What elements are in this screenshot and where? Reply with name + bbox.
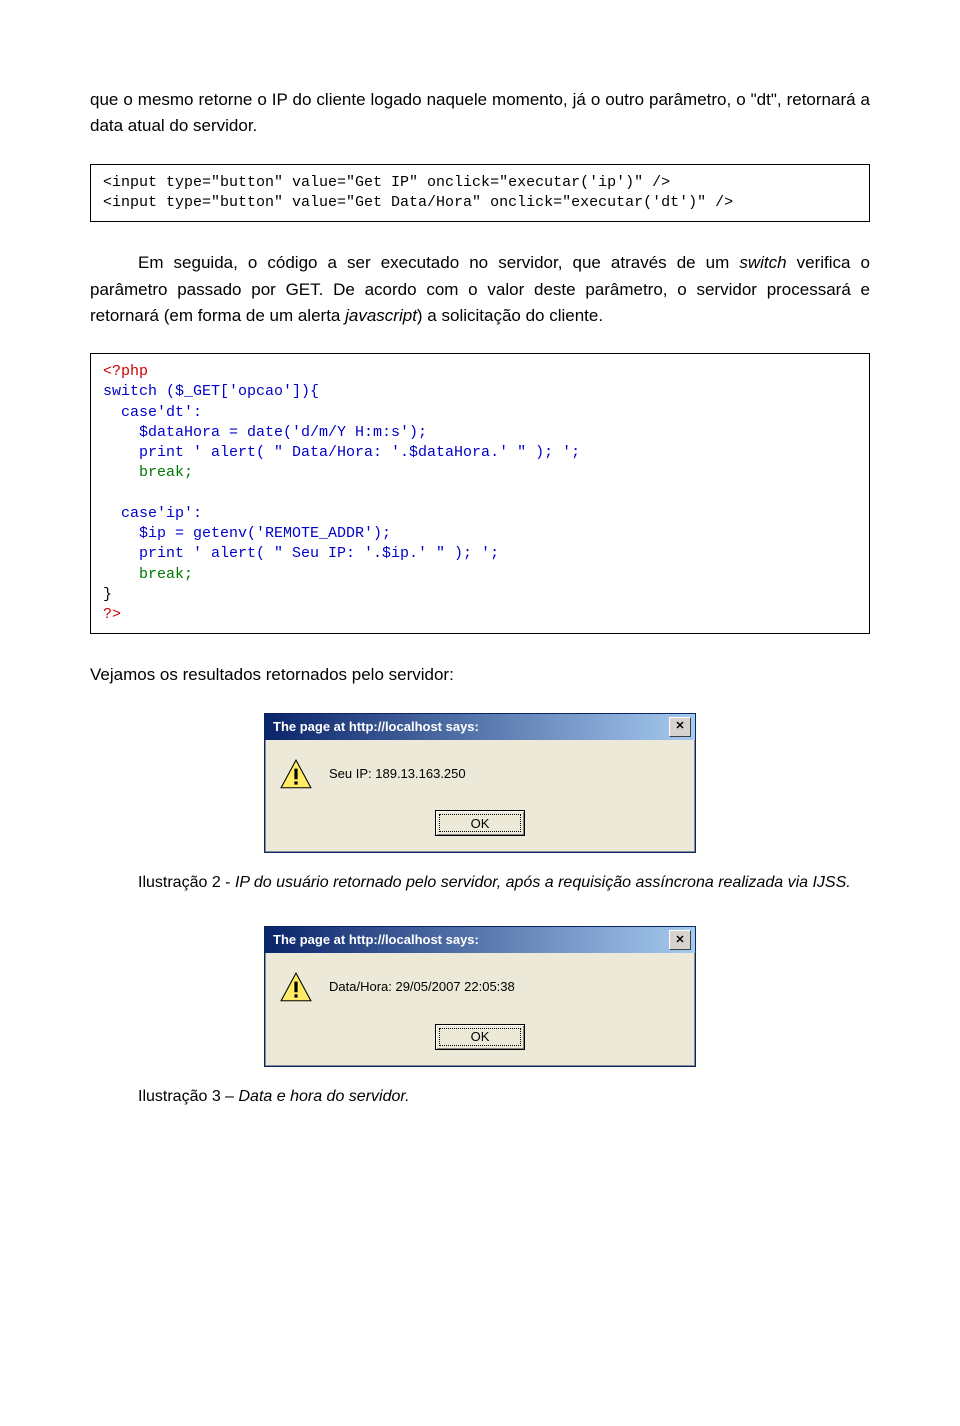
text-italic-switch: switch [739,253,786,272]
close-button[interactable]: ✕ [669,930,691,950]
dialog-title: The page at http://localhost says: [273,717,479,737]
paragraph-1: que o mesmo retorne o IP do cliente loga… [90,87,870,140]
page-content: que o mesmo retorne o IP do cliente loga… [0,0,960,1179]
dialog-message: Data/Hora: 29/05/2007 22:05:38 [329,971,515,997]
caption-1: Ilustração 2 - IP do usuário retornado p… [90,871,870,896]
warning-icon [279,758,313,792]
code-line: print ' alert( " Seu IP: '.$ip.' " ); '; [103,545,499,562]
code-line: break; [103,464,193,481]
alert-dialog-datetime: The page at http://localhost says: ✕ Dat… [264,926,696,1067]
paragraph-3: Vejamos os resultados retornados pelo se… [90,662,870,688]
dialog-body: Data/Hora: 29/05/2007 22:05:38 [265,953,695,1013]
caption-2: Ilustração 3 – Data e hora do servidor. [90,1085,870,1110]
warning-icon [279,971,313,1005]
code-block-php: <?php switch ($_GET['opcao']){ case'dt':… [90,353,870,634]
text-run: Em seguida, o código a ser executado no … [138,253,739,272]
close-button[interactable]: ✕ [669,717,691,737]
alert-dialog-ip: The page at http://localhost says: ✕ Seu… [264,713,696,854]
code-line: <input type="button" value="Get Data/Hor… [103,194,733,211]
paragraph-2: Em seguida, o código a ser executado no … [90,250,870,329]
code-line: break; [103,566,193,583]
text-italic-javascript: javascript [345,306,417,325]
code-line: ?> [103,606,121,623]
caption-prefix: Ilustração 2 - [138,874,235,891]
dialog-titlebar: The page at http://localhost says: ✕ [265,927,695,953]
dialog-body: Seu IP: 189.13.163.250 [265,740,695,800]
ok-button[interactable]: OK [435,810,525,836]
caption-prefix: Ilustração 3 – [138,1088,239,1105]
code-line: print ' alert( " Data/Hora: '.$dataHora.… [103,444,580,461]
dialog-message: Seu IP: 189.13.163.250 [329,758,466,784]
code-line: <input type="button" value="Get IP" oncl… [103,174,670,191]
code-line: case'dt': [103,404,202,421]
close-icon: ✕ [675,932,684,949]
code-line: switch ($_GET['opcao']){ [103,383,319,400]
code-block-html: <input type="button" value="Get IP" oncl… [90,164,870,223]
caption-body: Data e hora do servidor. [239,1088,410,1105]
code-line: case'ip': [103,505,202,522]
dialog-titlebar: The page at http://localhost says: ✕ [265,714,695,740]
code-line: } [103,586,112,603]
dialog-title: The page at http://localhost says: [273,930,479,950]
dialog-actions: OK [265,800,695,837]
code-line: $ip = getenv('REMOTE_ADDR'); [103,525,391,542]
ok-button[interactable]: OK [435,1024,525,1050]
caption-body: IP do usuário retornado pelo servidor, a… [235,874,851,891]
code-line: <?php [103,363,148,380]
dialog-actions: OK [265,1013,695,1050]
text-run: ) a solicitação do cliente. [417,306,603,325]
close-icon: ✕ [675,718,684,735]
code-line: $dataHora = date('d/m/Y H:m:s'); [103,424,427,441]
